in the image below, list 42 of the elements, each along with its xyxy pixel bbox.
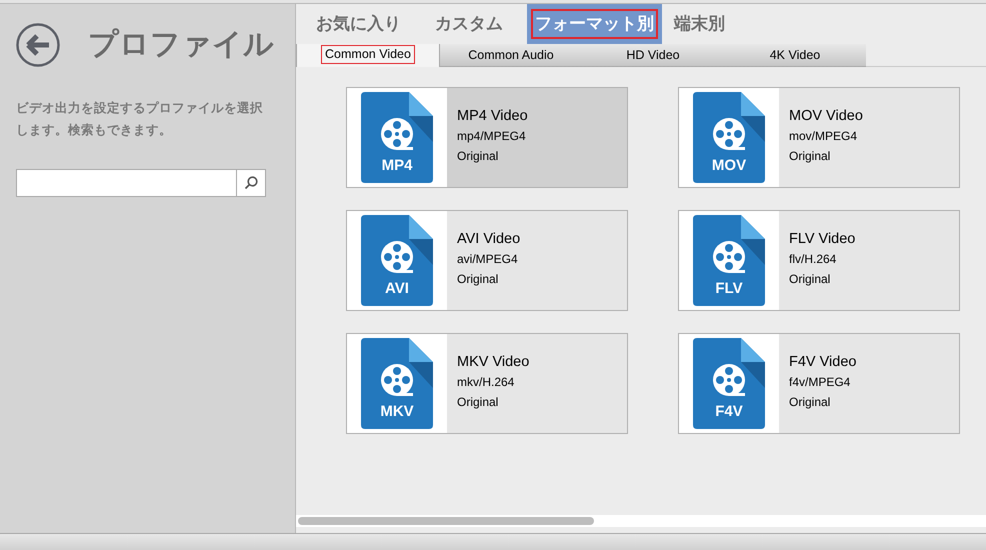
search-icon[interactable] <box>244 176 258 190</box>
codec-label: f4v/MPEG4 <box>789 374 850 391</box>
format-name: MP4 Video <box>457 107 528 126</box>
format-name: FLV Video <box>789 230 856 249</box>
video-file-icon: F4V <box>693 338 765 429</box>
quality-label: Original <box>457 394 498 411</box>
format-name: MKV Video <box>457 353 530 372</box>
quality-label: Original <box>457 271 498 288</box>
format-card[interactable]: AVI AVI Video avi/MPEG4 Original <box>346 210 628 311</box>
tab[interactable]: お気に入り <box>306 4 411 44</box>
quality-label: Original <box>457 148 498 165</box>
video-file-icon: MKV <box>361 338 433 429</box>
subtab[interactable]: HD Video <box>582 44 724 66</box>
sidebar-title: プロファイル <box>88 27 274 63</box>
tab[interactable]: 端末別 <box>664 4 735 44</box>
video-file-icon: MP4 <box>361 92 433 183</box>
codec-label: mp4/MPEG4 <box>457 128 526 145</box>
video-file-icon: MOV <box>693 92 765 183</box>
format-name: F4V Video <box>789 353 856 372</box>
codec-label: flv/H.264 <box>789 251 836 268</box>
codec-label: avi/MPEG4 <box>457 251 518 268</box>
tab[interactable]: カスタム <box>425 4 513 44</box>
quality-label: Original <box>789 271 830 288</box>
video-file-icon: FLV <box>693 215 765 306</box>
format-card[interactable]: MP4 MP4 Video mp4/MPEG4 Original <box>346 87 628 188</box>
format-name: MOV Video <box>789 107 863 126</box>
quality-label: Original <box>789 394 830 411</box>
format-name: AVI Video <box>457 230 520 249</box>
format-card[interactable]: MKV MKV Video mkv/H.264 Original <box>346 333 628 434</box>
subtab[interactable]: Common Video <box>296 44 440 67</box>
search-field[interactable] <box>16 169 266 197</box>
sidebar-description: ビデオ出力を設定するプロファイルを選択します。検索もできます。 <box>16 100 264 139</box>
codec-label: mkv/H.264 <box>457 374 514 391</box>
video-file-icon: AVI <box>361 215 433 306</box>
codec-label: mov/MPEG4 <box>789 128 858 145</box>
subtab[interactable]: Common Audio <box>440 44 582 66</box>
scrollbar-thumb[interactable] <box>298 517 594 525</box>
subtab[interactable]: 4K Video <box>724 44 866 66</box>
format-card[interactable]: F4V F4V Video f4v/MPEG4 Original <box>678 333 960 434</box>
format-card[interactable]: FLV FLV Video flv/H.264 Original <box>678 210 960 311</box>
format-card[interactable]: MOV MOV Video mov/MPEG4 Original <box>678 87 960 188</box>
quality-label: Original <box>789 148 830 165</box>
